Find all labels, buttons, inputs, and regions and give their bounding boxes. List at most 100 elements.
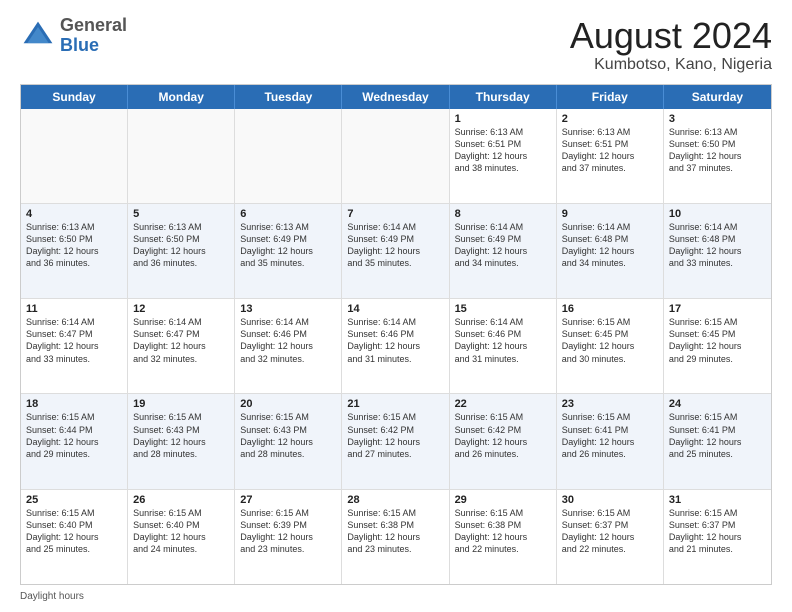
day-info: Sunrise: 6:15 AM Sunset: 6:45 PM Dayligh… xyxy=(562,316,658,365)
day-cell-6: 6Sunrise: 6:13 AM Sunset: 6:49 PM Daylig… xyxy=(235,204,342,298)
day-number: 13 xyxy=(240,303,336,315)
day-number: 17 xyxy=(669,303,766,315)
day-cell-18: 18Sunrise: 6:15 AM Sunset: 6:44 PM Dayli… xyxy=(21,394,128,488)
day-info: Sunrise: 6:15 AM Sunset: 6:38 PM Dayligh… xyxy=(455,507,551,556)
day-number: 2 xyxy=(562,113,658,125)
day-number: 21 xyxy=(347,398,443,410)
calendar-row: 18Sunrise: 6:15 AM Sunset: 6:44 PM Dayli… xyxy=(21,394,771,489)
day-info: Sunrise: 6:14 AM Sunset: 6:46 PM Dayligh… xyxy=(347,316,443,365)
day-cell-13: 13Sunrise: 6:14 AM Sunset: 6:46 PM Dayli… xyxy=(235,299,342,393)
day-info: Sunrise: 6:15 AM Sunset: 6:39 PM Dayligh… xyxy=(240,507,336,556)
logo: General Blue xyxy=(20,16,127,56)
empty-cell xyxy=(21,109,128,203)
day-number: 24 xyxy=(669,398,766,410)
day-number: 31 xyxy=(669,494,766,506)
calendar-row: 11Sunrise: 6:14 AM Sunset: 6:47 PM Dayli… xyxy=(21,299,771,394)
day-info: Sunrise: 6:14 AM Sunset: 6:46 PM Dayligh… xyxy=(455,316,551,365)
day-number: 29 xyxy=(455,494,551,506)
calendar-body: 1Sunrise: 6:13 AM Sunset: 6:51 PM Daylig… xyxy=(21,109,771,584)
logo-icon xyxy=(20,18,56,54)
day-cell-24: 24Sunrise: 6:15 AM Sunset: 6:41 PM Dayli… xyxy=(664,394,771,488)
day-info: Sunrise: 6:14 AM Sunset: 6:48 PM Dayligh… xyxy=(562,221,658,270)
day-info: Sunrise: 6:15 AM Sunset: 6:45 PM Dayligh… xyxy=(669,316,766,365)
day-cell-8: 8Sunrise: 6:14 AM Sunset: 6:49 PM Daylig… xyxy=(450,204,557,298)
calendar-row: 4Sunrise: 6:13 AM Sunset: 6:50 PM Daylig… xyxy=(21,204,771,299)
day-info: Sunrise: 6:13 AM Sunset: 6:50 PM Dayligh… xyxy=(26,221,122,270)
day-info: Sunrise: 6:15 AM Sunset: 6:37 PM Dayligh… xyxy=(669,507,766,556)
day-cell-5: 5Sunrise: 6:13 AM Sunset: 6:50 PM Daylig… xyxy=(128,204,235,298)
day-number: 30 xyxy=(562,494,658,506)
day-number: 18 xyxy=(26,398,122,410)
day-cell-3: 3Sunrise: 6:13 AM Sunset: 6:50 PM Daylig… xyxy=(664,109,771,203)
day-cell-31: 31Sunrise: 6:15 AM Sunset: 6:37 PM Dayli… xyxy=(664,490,771,584)
day-info: Sunrise: 6:14 AM Sunset: 6:47 PM Dayligh… xyxy=(26,316,122,365)
day-header-wednesday: Wednesday xyxy=(342,85,449,109)
day-info: Sunrise: 6:13 AM Sunset: 6:50 PM Dayligh… xyxy=(133,221,229,270)
day-number: 7 xyxy=(347,208,443,220)
empty-cell xyxy=(235,109,342,203)
day-info: Sunrise: 6:15 AM Sunset: 6:40 PM Dayligh… xyxy=(26,507,122,556)
day-cell-19: 19Sunrise: 6:15 AM Sunset: 6:43 PM Dayli… xyxy=(128,394,235,488)
calendar-row: 25Sunrise: 6:15 AM Sunset: 6:40 PM Dayli… xyxy=(21,490,771,584)
day-info: Sunrise: 6:15 AM Sunset: 6:37 PM Dayligh… xyxy=(562,507,658,556)
day-cell-4: 4Sunrise: 6:13 AM Sunset: 6:50 PM Daylig… xyxy=(21,204,128,298)
day-info: Sunrise: 6:15 AM Sunset: 6:38 PM Dayligh… xyxy=(347,507,443,556)
day-number: 1 xyxy=(455,113,551,125)
day-cell-22: 22Sunrise: 6:15 AM Sunset: 6:42 PM Dayli… xyxy=(450,394,557,488)
day-number: 23 xyxy=(562,398,658,410)
day-header-tuesday: Tuesday xyxy=(235,85,342,109)
day-info: Sunrise: 6:15 AM Sunset: 6:42 PM Dayligh… xyxy=(455,411,551,460)
logo-text: General Blue xyxy=(60,16,127,56)
day-cell-23: 23Sunrise: 6:15 AM Sunset: 6:41 PM Dayli… xyxy=(557,394,664,488)
day-cell-2: 2Sunrise: 6:13 AM Sunset: 6:51 PM Daylig… xyxy=(557,109,664,203)
day-number: 25 xyxy=(26,494,122,506)
day-cell-30: 30Sunrise: 6:15 AM Sunset: 6:37 PM Dayli… xyxy=(557,490,664,584)
day-number: 6 xyxy=(240,208,336,220)
day-number: 3 xyxy=(669,113,766,125)
day-number: 9 xyxy=(562,208,658,220)
day-info: Sunrise: 6:13 AM Sunset: 6:51 PM Dayligh… xyxy=(455,126,551,175)
logo-blue: Blue xyxy=(60,35,99,55)
day-number: 15 xyxy=(455,303,551,315)
day-header-monday: Monday xyxy=(128,85,235,109)
day-number: 12 xyxy=(133,303,229,315)
day-info: Sunrise: 6:15 AM Sunset: 6:41 PM Dayligh… xyxy=(669,411,766,460)
day-info: Sunrise: 6:14 AM Sunset: 6:46 PM Dayligh… xyxy=(240,316,336,365)
day-number: 11 xyxy=(26,303,122,315)
footer-text: Daylight hours xyxy=(20,591,84,602)
day-cell-21: 21Sunrise: 6:15 AM Sunset: 6:42 PM Dayli… xyxy=(342,394,449,488)
day-cell-17: 17Sunrise: 6:15 AM Sunset: 6:45 PM Dayli… xyxy=(664,299,771,393)
day-info: Sunrise: 6:14 AM Sunset: 6:47 PM Dayligh… xyxy=(133,316,229,365)
day-info: Sunrise: 6:15 AM Sunset: 6:40 PM Dayligh… xyxy=(133,507,229,556)
day-info: Sunrise: 6:15 AM Sunset: 6:42 PM Dayligh… xyxy=(347,411,443,460)
calendar: SundayMondayTuesdayWednesdayThursdayFrid… xyxy=(20,84,772,585)
day-info: Sunrise: 6:15 AM Sunset: 6:43 PM Dayligh… xyxy=(133,411,229,460)
page: General Blue August 2024 Kumbotso, Kano,… xyxy=(0,0,792,612)
day-number: 26 xyxy=(133,494,229,506)
day-info: Sunrise: 6:13 AM Sunset: 6:50 PM Dayligh… xyxy=(669,126,766,175)
month-year: August 2024 xyxy=(570,16,772,56)
header: General Blue August 2024 Kumbotso, Kano,… xyxy=(20,16,772,74)
day-info: Sunrise: 6:15 AM Sunset: 6:43 PM Dayligh… xyxy=(240,411,336,460)
day-info: Sunrise: 6:15 AM Sunset: 6:41 PM Dayligh… xyxy=(562,411,658,460)
day-number: 28 xyxy=(347,494,443,506)
day-header-friday: Friday xyxy=(557,85,664,109)
day-cell-25: 25Sunrise: 6:15 AM Sunset: 6:40 PM Dayli… xyxy=(21,490,128,584)
day-cell-27: 27Sunrise: 6:15 AM Sunset: 6:39 PM Dayli… xyxy=(235,490,342,584)
day-cell-11: 11Sunrise: 6:14 AM Sunset: 6:47 PM Dayli… xyxy=(21,299,128,393)
empty-cell xyxy=(342,109,449,203)
day-cell-14: 14Sunrise: 6:14 AM Sunset: 6:46 PM Dayli… xyxy=(342,299,449,393)
day-cell-29: 29Sunrise: 6:15 AM Sunset: 6:38 PM Dayli… xyxy=(450,490,557,584)
day-cell-7: 7Sunrise: 6:14 AM Sunset: 6:49 PM Daylig… xyxy=(342,204,449,298)
day-cell-10: 10Sunrise: 6:14 AM Sunset: 6:48 PM Dayli… xyxy=(664,204,771,298)
day-info: Sunrise: 6:13 AM Sunset: 6:51 PM Dayligh… xyxy=(562,126,658,175)
day-number: 22 xyxy=(455,398,551,410)
day-cell-26: 26Sunrise: 6:15 AM Sunset: 6:40 PM Dayli… xyxy=(128,490,235,584)
day-number: 5 xyxy=(133,208,229,220)
day-number: 4 xyxy=(26,208,122,220)
day-info: Sunrise: 6:15 AM Sunset: 6:44 PM Dayligh… xyxy=(26,411,122,460)
day-cell-16: 16Sunrise: 6:15 AM Sunset: 6:45 PM Dayli… xyxy=(557,299,664,393)
logo-general: General xyxy=(60,15,127,35)
footer: Daylight hours xyxy=(20,591,772,602)
day-number: 27 xyxy=(240,494,336,506)
